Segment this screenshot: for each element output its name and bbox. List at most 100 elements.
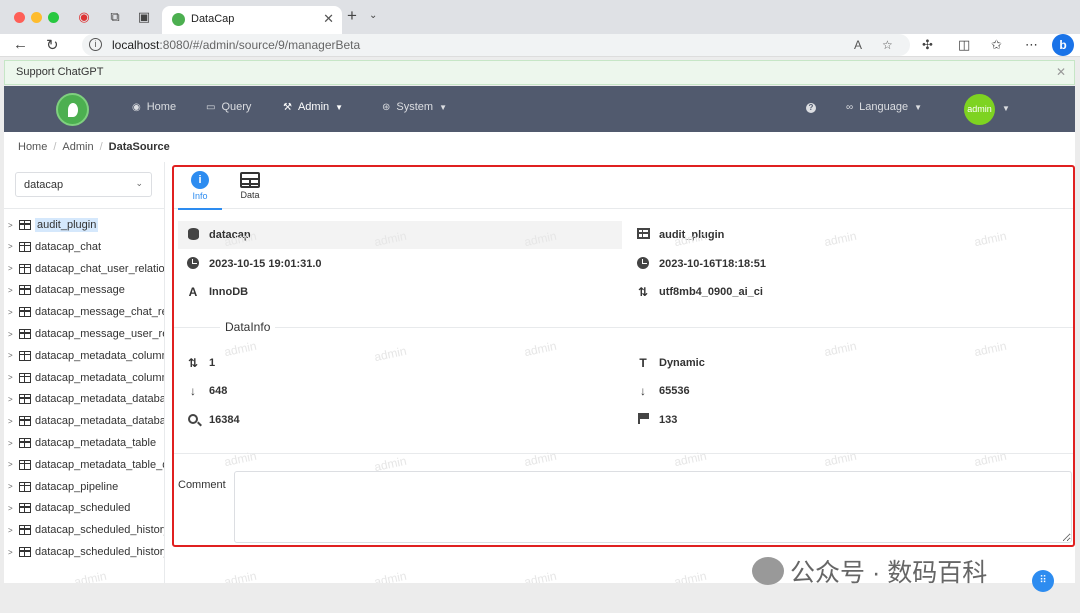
language-label: Language [859, 101, 909, 113]
tree-item-label: datacap_message_user_rela [35, 328, 164, 340]
datacap-logo[interactable] [56, 93, 89, 126]
new-tab-icon[interactable]: + [347, 6, 357, 26]
breadcrumb-home[interactable]: Home [18, 141, 47, 153]
browser-tabbar: ◉ ⧉ ▣ DataCap ✕ + ⌄ [0, 0, 1080, 34]
clock-icon [636, 256, 650, 272]
nav-system-label: System [396, 101, 434, 113]
tree-item-label: datacap_message [35, 284, 125, 297]
chevron-right-icon[interactable]: > [8, 417, 15, 426]
reload-icon[interactable]: ↻ [46, 36, 59, 54]
tree-item-label: datacap_metadata_table_da [35, 458, 164, 471]
tree-item[interactable]: > datacap_metadata_table_da [8, 455, 164, 475]
info-database: datacap [186, 226, 251, 244]
address-bar[interactable]: i localhost:8080/#/admin/source/9/manage… [82, 34, 910, 56]
table-icon [19, 241, 31, 252]
tree-item[interactable]: > datacap_pipeline [8, 477, 164, 497]
chevron-right-icon[interactable]: > [8, 395, 15, 404]
nav-home[interactable]: ◉ Home [132, 101, 176, 113]
nav-system[interactable]: ⊛ System ▼ [382, 101, 447, 113]
datainfo-flag-value: 133 [659, 414, 678, 426]
font-icon: A [188, 285, 198, 299]
nav-home-label: Home [146, 101, 177, 113]
chevron-right-icon[interactable]: > [8, 482, 15, 491]
chevron-down-icon: ⌄ [135, 178, 143, 188]
tab-actions-icon[interactable]: ▣ [136, 9, 152, 25]
table-icon [19, 525, 31, 536]
tab-info[interactable]: i Info [178, 169, 222, 210]
close-notice-icon[interactable]: ✕ [1056, 65, 1066, 79]
more-menu-icon[interactable]: ⋯ [1025, 37, 1038, 53]
favorite-star-icon[interactable]: ☆ [882, 38, 893, 52]
help-icon[interactable]: ? [806, 103, 816, 113]
chevron-right-icon[interactable]: > [8, 548, 15, 557]
chevron-right-icon[interactable]: > [8, 460, 15, 469]
chevron-right-icon[interactable]: > [8, 504, 15, 513]
minimize-window-button[interactable] [31, 12, 42, 23]
tree-item[interactable]: > datacap_message_chat_rela [8, 302, 164, 322]
tree-item[interactable]: > datacap_scheduled_history [8, 520, 164, 540]
close-tab-icon[interactable]: ✕ [323, 11, 334, 27]
datainfo-rows-value: 1 [209, 357, 216, 369]
tree-item[interactable]: > datacap_message_user_rela [8, 324, 164, 344]
table-icon [19, 438, 31, 448]
tab-data[interactable]: Data [228, 169, 272, 209]
tree-item[interactable]: > datacap_metadata_databas [8, 411, 164, 431]
tree-item[interactable]: > datacap_message [8, 280, 164, 300]
chevron-right-icon[interactable]: > [8, 308, 15, 317]
tree-item[interactable]: > datacap_metadata_column [8, 346, 164, 366]
nav-query[interactable]: ▭ Query [206, 101, 251, 113]
chevron-right-icon[interactable]: > [8, 351, 15, 360]
query-icon: ▭ [206, 101, 216, 113]
tree-item[interactable]: > datacap_metadata_column_ [8, 368, 164, 388]
floating-menu-button[interactable]: ⠿ [1032, 570, 1054, 592]
chevron-right-icon[interactable]: > [8, 373, 15, 382]
copilot-icon[interactable]: b [1052, 34, 1074, 56]
breadcrumb-admin[interactable]: Admin [62, 141, 93, 153]
site-info-icon[interactable]: i [89, 38, 102, 51]
nav-admin-label: Admin [297, 101, 330, 113]
datainfo-format-value: Dynamic [659, 357, 705, 369]
tree-item[interactable]: > datacap_scheduled_history [8, 542, 164, 562]
read-aloud-icon[interactable]: A [854, 38, 862, 52]
tree-item-label: datacap_scheduled_history [35, 524, 164, 537]
sort-alpha-icon: ⇅ [637, 285, 649, 299]
split-screen-icon[interactable]: ◫ [958, 37, 970, 53]
database-select[interactable]: datacap ⌄ [15, 172, 152, 197]
maximize-window-button[interactable] [48, 12, 59, 23]
language-menu[interactable]: ∞ Language ▼ [846, 101, 922, 113]
panel-splitter[interactable] [164, 162, 165, 583]
close-window-button[interactable] [14, 12, 25, 23]
nav-admin[interactable]: ⚒ Admin ▼ [283, 101, 343, 113]
datacap-favicon-icon [172, 13, 185, 26]
breadcrumb-datasource: DataSource [108, 141, 170, 153]
back-arrow-icon[interactable]: ← [13, 36, 28, 53]
chevron-down-icon[interactable]: ▼ [1002, 104, 1010, 113]
workspaces-icon[interactable]: ⧉ [107, 9, 123, 25]
browser-tab-datacap[interactable]: DataCap ✕ [162, 6, 342, 34]
chevron-right-icon[interactable]: > [8, 221, 15, 230]
chevron-right-icon[interactable]: > [8, 526, 15, 535]
extensions-icon[interactable]: ✣ [922, 37, 933, 53]
info-create-time-value: 2023-10-15 19:01:31.0 [209, 258, 322, 270]
comment-textarea[interactable] [234, 471, 1072, 543]
datainfo-rows: ⇅ 1 [186, 354, 215, 372]
tree-item[interactable]: > datacap_scheduled [8, 498, 164, 518]
tree-item[interactable]: > datacap_metadata_table [8, 433, 164, 453]
tree-item[interactable]: > datacap_chat [8, 237, 164, 257]
favorites-icon[interactable]: ✩ [991, 37, 1002, 53]
tree-item[interactable]: > audit_plugin [8, 215, 164, 235]
chevron-right-icon[interactable]: > [8, 286, 15, 295]
tab-list-chevron-icon[interactable]: ⌄ [369, 10, 377, 21]
browser-profile-icon[interactable]: ◉ [76, 9, 92, 25]
datainfo-data-length: 16384 [186, 411, 240, 429]
tree-item[interactable]: > datacap_metadata_databas [8, 389, 164, 409]
chevron-right-icon[interactable]: > [8, 330, 15, 339]
wechat-watermark: 公众号 · 数码百科 [752, 553, 987, 589]
database-select-value: datacap [24, 179, 64, 191]
tree-item[interactable]: > datacap_chat_user_relation [8, 259, 164, 279]
avatar[interactable]: admin [964, 94, 995, 125]
info-create-time: 2023-10-15 19:01:31.0 [186, 255, 322, 273]
chevron-right-icon[interactable]: > [8, 264, 15, 273]
chevron-right-icon[interactable]: > [8, 439, 15, 448]
chevron-right-icon[interactable]: > [8, 242, 15, 251]
